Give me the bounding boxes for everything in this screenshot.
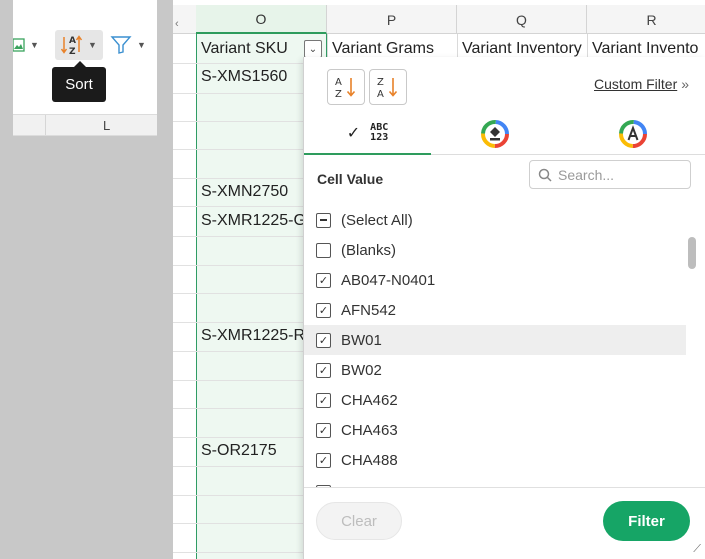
partial-checkbox-icon[interactable] bbox=[316, 212, 331, 228]
sort-z-to-a-icon: Z A bbox=[377, 77, 398, 100]
list-item-label: CHA488 bbox=[341, 451, 398, 469]
header-cell-variant-sku[interactable]: Variant SKU bbox=[197, 35, 303, 63]
column-header-P[interactable]: P bbox=[327, 5, 457, 34]
tab-filter-by-fill-color[interactable] bbox=[431, 113, 559, 155]
cell-sku[interactable]: S-XMN2750 bbox=[201, 183, 288, 201]
list-item[interactable]: ✓ AFN542 bbox=[304, 295, 686, 325]
checked-checkbox-icon[interactable]: ✓ bbox=[316, 332, 331, 348]
checked-checkbox-icon[interactable]: ✓ bbox=[316, 452, 331, 468]
cell-sku[interactable]: S-OR2175 bbox=[201, 442, 277, 460]
sort-tooltip: Sort bbox=[52, 61, 106, 102]
list-item-label: (Select All) bbox=[341, 211, 413, 229]
insert-image-button[interactable]: ▼ bbox=[13, 30, 43, 60]
search-input[interactable] bbox=[558, 166, 678, 183]
checked-checkbox-icon[interactable]: ✓ bbox=[316, 422, 331, 438]
value-type-icon-123: 123 bbox=[370, 132, 389, 143]
cell-sku[interactable]: S-XMR1225-G bbox=[201, 212, 306, 230]
list-item[interactable]: ✓ BW01 bbox=[304, 325, 686, 355]
toolbar-row: ▼ A Z ▼ ▼ bbox=[13, 26, 157, 64]
list-item[interactable]: ✓ AB047-N0401 bbox=[304, 265, 686, 295]
filter-tabs: ✓ ABC 123 bbox=[304, 113, 705, 155]
toolbar-panel: ▼ A Z ▼ ▼ Sort L bbox=[13, 0, 157, 136]
chevron-down-icon: ⌄ bbox=[308, 43, 318, 55]
list-item-label: BW01 bbox=[341, 331, 382, 349]
list-item-label: AB047-N0401 bbox=[341, 271, 436, 289]
list-item-partial[interactable] bbox=[304, 477, 686, 487]
list-item-blanks[interactable]: (Blanks) bbox=[304, 235, 686, 265]
svg-text:A: A bbox=[377, 89, 384, 100]
custom-filter-link[interactable]: Custom Filter» bbox=[594, 76, 689, 92]
list-item-label: BW02 bbox=[341, 361, 382, 379]
sort-a-to-z-icon: A Z bbox=[335, 77, 356, 100]
filter-popup: A Z Z A Custom Filter» ✓ ABC 123 Cell Va… bbox=[303, 57, 705, 559]
search-icon bbox=[538, 168, 552, 182]
column-header-Q[interactable]: Q bbox=[457, 5, 587, 34]
chevron-left-icon: ‹ bbox=[175, 18, 179, 30]
tab-filter-by-font-color[interactable] bbox=[559, 113, 705, 155]
cell-sku[interactable]: S-XMS1560 bbox=[201, 68, 287, 86]
clear-button[interactable]: Clear bbox=[316, 502, 402, 540]
list-item[interactable]: ✓ CHA463 bbox=[304, 415, 686, 445]
list-item[interactable]: ✓ BW02 bbox=[304, 355, 686, 385]
list-item[interactable]: ✓ CHA488 bbox=[304, 445, 686, 475]
svg-text:A: A bbox=[69, 36, 76, 46]
cell-value-label: Cell Value bbox=[317, 171, 384, 187]
sort-descending-button[interactable]: Z A bbox=[369, 69, 407, 105]
checked-checkbox-icon[interactable]: ✓ bbox=[316, 362, 331, 378]
column-header-row: ‹ O P Q R bbox=[173, 5, 705, 34]
popup-footer: Clear Filter bbox=[304, 487, 705, 559]
column-header-R[interactable]: R bbox=[587, 5, 705, 34]
custom-filter-label: Custom Filter bbox=[594, 76, 678, 92]
sort-button[interactable]: A Z ▼ bbox=[55, 30, 103, 60]
cell-sku[interactable]: S-XMR1225-R bbox=[201, 327, 305, 345]
list-item-label: CHA462 bbox=[341, 391, 398, 409]
list-item[interactable]: ✓ CHA462 bbox=[304, 385, 686, 415]
resize-handle-icon[interactable]: ⟋ bbox=[693, 543, 701, 556]
sort-az-icon: A Z bbox=[61, 35, 83, 56]
svg-text:Z: Z bbox=[69, 47, 76, 56]
column-header-L[interactable]: L bbox=[103, 118, 110, 133]
chevron-down-icon: ▼ bbox=[137, 40, 146, 50]
list-item-label: CHA463 bbox=[341, 421, 398, 439]
list-item-label: AFN542 bbox=[341, 301, 397, 319]
svg-text:A: A bbox=[335, 77, 342, 88]
scrollbar-thumb[interactable] bbox=[688, 237, 696, 269]
list-item-label: (Blanks) bbox=[341, 241, 397, 259]
double-chevron-right-icon: » bbox=[681, 76, 690, 92]
column-filter-dropdown-button[interactable]: ⌄ bbox=[304, 40, 322, 58]
font-color-icon bbox=[618, 120, 647, 148]
list-item-select-all[interactable]: (Select All) bbox=[304, 205, 686, 235]
checked-checkbox-icon[interactable]: ✓ bbox=[316, 392, 331, 408]
filter-funnel-icon bbox=[110, 36, 132, 54]
column-header-row: L bbox=[13, 114, 157, 136]
column-separator bbox=[45, 115, 46, 135]
image-icon bbox=[13, 38, 25, 52]
svg-text:Z: Z bbox=[335, 89, 342, 100]
value-type-icon: ABC 123 bbox=[370, 123, 388, 143]
fill-color-icon bbox=[481, 120, 509, 148]
unchecked-checkbox-icon[interactable] bbox=[316, 242, 331, 258]
list-scrollbar[interactable] bbox=[685, 235, 699, 485]
checked-checkbox-icon[interactable]: ✓ bbox=[316, 272, 331, 288]
chevron-down-icon: ▼ bbox=[88, 40, 97, 50]
column-header-O[interactable]: O bbox=[196, 5, 327, 34]
tab-filter-by-value[interactable]: ✓ ABC 123 bbox=[304, 113, 431, 155]
checked-checkbox-icon[interactable]: ✓ bbox=[316, 302, 331, 318]
filter-apply-button[interactable]: Filter bbox=[603, 501, 690, 541]
svg-text:Z: Z bbox=[377, 77, 384, 88]
filter-search-box[interactable] bbox=[529, 160, 691, 189]
check-icon: ✓ bbox=[346, 125, 361, 142]
chevron-down-icon: ▼ bbox=[30, 40, 39, 50]
sort-ascending-button[interactable]: A Z bbox=[327, 69, 365, 105]
value-checklist: (Select All) (Blanks) ✓ AB047-N0401 ✓ AF… bbox=[304, 205, 686, 487]
filter-button[interactable]: ▼ bbox=[110, 30, 150, 60]
